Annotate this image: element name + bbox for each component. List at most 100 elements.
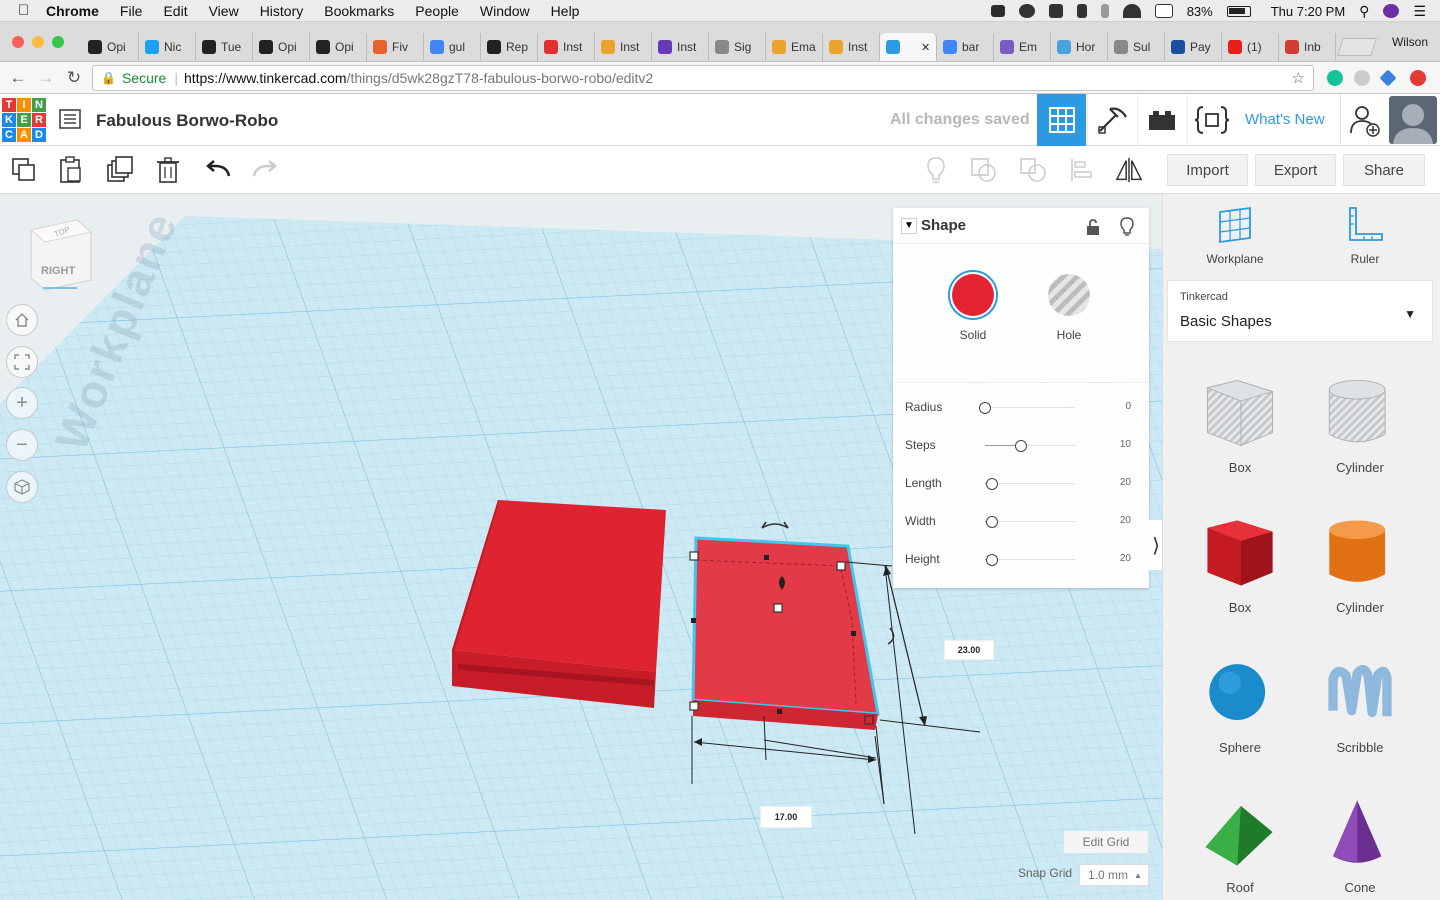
solid-option[interactable]: Solid: [943, 270, 1003, 342]
extension-icon[interactable]: [1379, 69, 1397, 87]
home-view-button[interactable]: [6, 304, 38, 336]
clock[interactable]: Thu 7:20 PM: [1271, 4, 1345, 19]
codeblocks-button[interactable]: [1187, 94, 1236, 146]
duplicate-button[interactable]: [106, 156, 134, 184]
browser-tab[interactable]: bar: [937, 33, 994, 61]
browser-tab[interactable]: Pay: [1165, 33, 1222, 61]
browser-tab[interactable]: Inst: [538, 33, 595, 61]
browser-tab[interactable]: Fiv: [367, 33, 424, 61]
menu-app[interactable]: Chrome: [46, 3, 99, 19]
browser-tab[interactable]: Sul: [1108, 33, 1165, 61]
solid-swatch[interactable]: [948, 270, 998, 320]
lock-icon[interactable]: 🔒: [101, 71, 116, 85]
copy-button[interactable]: [10, 156, 38, 184]
perspective-button[interactable]: [6, 471, 38, 503]
browser-tab[interactable]: Em: [994, 33, 1051, 61]
browser-tab[interactable]: Sig: [709, 33, 766, 61]
library-shape-cone[interactable]: Cone: [1305, 792, 1415, 900]
shape-library-select[interactable]: Tinkercad Basic Shapes ▼: [1167, 280, 1433, 342]
user-avatar[interactable]: [1389, 96, 1437, 144]
param-value[interactable]: 20: [1120, 553, 1131, 564]
tinkercad-logo[interactable]: TIN KER CAD: [2, 98, 46, 142]
export-button[interactable]: Export: [1255, 154, 1336, 186]
chrome-profile-name[interactable]: Wilson: [1392, 35, 1428, 49]
menu-view[interactable]: View: [209, 3, 239, 19]
hole-swatch[interactable]: [1044, 270, 1094, 320]
wifi-icon[interactable]: [1122, 4, 1141, 18]
menu-bookmarks[interactable]: Bookmarks: [324, 3, 394, 19]
align-button[interactable]: [1068, 156, 1096, 184]
import-button[interactable]: Import: [1167, 154, 1248, 186]
design-title[interactable]: Fabulous Borwo-Robo: [96, 111, 278, 131]
browser-tab[interactable]: Inst: [823, 33, 880, 61]
lock-status-icon[interactable]: [1076, 4, 1087, 18]
browser-tab[interactable]: Inst: [595, 33, 652, 61]
param-slider-track[interactable]: [985, 559, 1075, 560]
param-value[interactable]: 10: [1120, 439, 1131, 450]
undo-button[interactable]: [204, 156, 232, 184]
browser-tab[interactable]: Opi: [310, 33, 367, 61]
library-shape-box[interactable]: Box: [1185, 512, 1295, 642]
param-slider-track[interactable]: [985, 521, 1075, 522]
browser-tab[interactable]: Hor: [1051, 33, 1108, 61]
zoom-out-button[interactable]: −: [6, 429, 38, 461]
snap-grid-select[interactable]: 1.0 mm ▲: [1079, 864, 1149, 886]
param-slider-knob[interactable]: [1015, 440, 1027, 452]
notification-center-icon[interactable]: ☰: [1413, 3, 1426, 20]
airplay-icon[interactable]: [1154, 4, 1173, 18]
param-slider-knob[interactable]: [986, 554, 999, 566]
share-button[interactable]: Share: [1343, 154, 1425, 186]
menu-file[interactable]: File: [120, 3, 143, 19]
view-cube[interactable]: TOP RIGHT: [25, 216, 95, 296]
library-shape-roof[interactable]: Roof: [1185, 792, 1295, 900]
close-tab-icon[interactable]: ✕: [921, 41, 930, 54]
bookmark-star-icon[interactable]: ☆: [1292, 69, 1305, 87]
library-shape-scribble[interactable]: Scribble: [1305, 652, 1415, 782]
library-shape-cylinder[interactable]: Cylinder: [1305, 372, 1415, 502]
reload-button[interactable]: ↻: [64, 68, 84, 88]
param-slider-knob[interactable]: [979, 402, 991, 414]
design-list-icon[interactable]: [59, 109, 81, 129]
sync-icon[interactable]: [1018, 4, 1035, 18]
menu-history[interactable]: History: [260, 3, 304, 19]
skype-icon[interactable]: [1354, 70, 1370, 86]
length-dimension-label[interactable]: 17.00: [760, 806, 812, 828]
bricks-view-button[interactable]: [1137, 94, 1186, 146]
browser-tab[interactable]: gul: [424, 33, 481, 61]
notes-button[interactable]: [922, 156, 950, 184]
new-tab-button[interactable]: [1337, 38, 1377, 56]
menu-edit[interactable]: Edit: [163, 3, 187, 19]
param-value[interactable]: 20: [1120, 477, 1131, 488]
library-shape-cylinder[interactable]: Cylinder: [1305, 512, 1415, 642]
battery-icon[interactable]: [1226, 5, 1251, 17]
delete-button[interactable]: [154, 156, 182, 184]
browser-tab[interactable]: Rep: [481, 33, 538, 61]
zoom-in-button[interactable]: +: [6, 387, 38, 419]
minimize-window-button[interactable]: [32, 36, 44, 48]
browser-tab[interactable]: Tue: [196, 33, 253, 61]
add-user-button[interactable]: [1340, 94, 1389, 146]
group-button[interactable]: [970, 156, 998, 184]
apple-menu-icon[interactable]: : [18, 2, 32, 19]
zoom-window-button[interactable]: [52, 36, 64, 48]
library-shape-sphere[interactable]: Sphere: [1185, 652, 1295, 782]
blocks-view-button[interactable]: [1087, 94, 1136, 146]
param-value[interactable]: 0: [1125, 401, 1131, 412]
browser-tab[interactable]: Inb: [1279, 33, 1336, 61]
param-value[interactable]: 20: [1120, 515, 1131, 526]
siri-icon[interactable]: [1383, 4, 1400, 18]
url-field[interactable]: 🔒 Secure | https://www.tinkercad.com /th…: [92, 65, 1314, 91]
browser-tab[interactable]: Opi: [253, 33, 310, 61]
edit-grid-button[interactable]: Edit Grid: [1064, 831, 1148, 853]
grammarly-icon[interactable]: [1327, 70, 1343, 86]
forward-button[interactable]: →: [36, 68, 56, 88]
browser-tab[interactable]: Opi: [82, 33, 139, 61]
spotlight-icon[interactable]: ⚲: [1359, 3, 1369, 20]
red-box-object[interactable]: [440, 494, 680, 734]
hide-lightbulb-icon[interactable]: [1120, 217, 1134, 237]
height-dimension-label[interactable]: 23.00: [944, 640, 994, 660]
close-window-button[interactable]: [12, 36, 24, 48]
sidebar-collapse-button[interactable]: ⟩: [1149, 520, 1163, 570]
browser-tab[interactable]: Ema: [766, 33, 823, 61]
fit-view-button[interactable]: [6, 346, 38, 378]
